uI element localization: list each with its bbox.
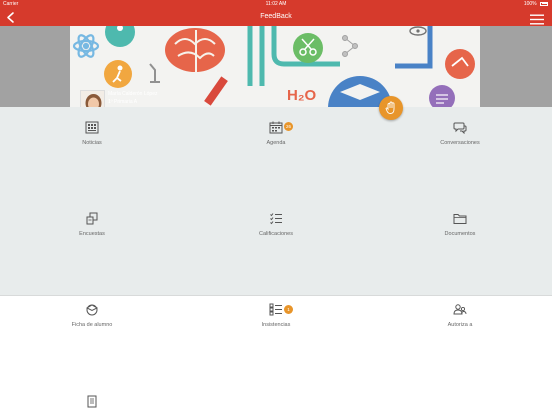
- folder-icon: [453, 214, 467, 224]
- agenda-badge: 26: [284, 122, 293, 131]
- tile-label: Ficha de alumno: [71, 322, 113, 328]
- tile-label: Conversaciones: [440, 140, 480, 146]
- status-bar: Carrier 11:02 AM 100%: [0, 0, 552, 9]
- tile-label: Autoriza a: [447, 322, 473, 328]
- tile-documentos[interactable]: Documentos: [368, 212, 552, 237]
- tile-ficha-alumno[interactable]: Ficha de alumno: [0, 303, 184, 328]
- tile-insistencias[interactable]: 1 Insistencias: [184, 303, 368, 328]
- student-name: María Calderón López: [108, 91, 158, 97]
- secondary-modules: Ficha de alumno 1 Insistencias Autoriza …: [0, 295, 552, 414]
- tile-autoriza[interactable]: Autoriza a: [368, 303, 552, 328]
- tile-label: Noticias: [82, 140, 102, 146]
- checklist-icon: [269, 303, 282, 316]
- tile-noticias[interactable]: Noticias: [0, 121, 184, 146]
- people-icon: [453, 304, 467, 315]
- battery-indicator: 100%: [524, 1, 548, 7]
- raise-hand-button[interactable]: [379, 96, 403, 120]
- hamburger-menu-icon: [530, 14, 544, 25]
- tile-agenda[interactable]: 26 Agenda: [184, 121, 368, 146]
- battery-icon: [540, 1, 548, 6]
- news-icon: [85, 121, 99, 134]
- insistencias-badge: 1: [284, 305, 293, 314]
- calendar-icon: [269, 121, 283, 134]
- module-grid: Noticias 26 Agenda Conversaciones Encues…: [0, 107, 552, 295]
- battery-percent: 100%: [523, 1, 537, 7]
- tile-calificaciones[interactable]: Calificaciones: [184, 212, 368, 237]
- tile-document[interactable]: [0, 395, 184, 414]
- tile-encuestas[interactable]: Encuestas: [0, 212, 184, 237]
- tile-label: Calificaciones: [259, 231, 293, 237]
- tile-label: Agenda: [266, 140, 286, 146]
- grades-list-icon: [270, 213, 282, 225]
- student-card-icon: [85, 304, 99, 316]
- student-class: 1º Primaria A: [108, 99, 138, 105]
- document-icon: [87, 395, 97, 408]
- tile-label: Documentos: [444, 231, 476, 237]
- clock: 11:02 AM: [265, 1, 287, 7]
- tile-conversaciones[interactable]: Conversaciones: [368, 121, 552, 146]
- chat-bubbles-icon: [453, 122, 467, 134]
- survey-icon: [86, 212, 98, 225]
- tile-label: Encuestas: [79, 231, 105, 237]
- page-title: FeedBack: [260, 13, 292, 20]
- nav-bar: FeedBack: [0, 9, 552, 26]
- tile-label: Insistencias: [261, 322, 291, 328]
- hand-icon: [385, 101, 395, 114]
- menu-button[interactable]: [530, 12, 544, 25]
